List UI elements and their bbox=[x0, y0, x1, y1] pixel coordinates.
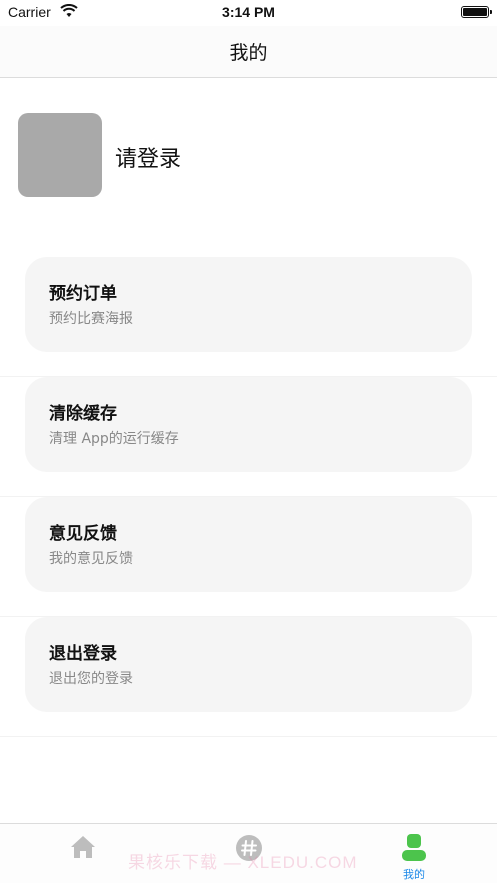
status-time: 3:14 PM bbox=[222, 4, 275, 20]
card-title: 清除缓存 bbox=[49, 404, 117, 424]
hashtag-icon bbox=[236, 835, 262, 861]
tab-topics[interactable] bbox=[166, 824, 332, 883]
card-title: 退出登录 bbox=[49, 644, 117, 664]
avatar[interactable] bbox=[18, 113, 102, 197]
reservation-orders-card[interactable]: 预约订单 预约比赛海报 bbox=[25, 257, 472, 352]
user-icon bbox=[402, 834, 426, 861]
feedback-card[interactable]: 意见反馈 我的意见反馈 bbox=[25, 497, 472, 592]
menu-list: 预约订单 预约比赛海报 清除缓存 清理 App的运行缓存 意见反馈 我的意见反馈… bbox=[0, 257, 497, 737]
card-subtitle: 清理 App的运行缓存 bbox=[49, 431, 179, 447]
page-title: 我的 bbox=[229, 42, 268, 64]
logout-card[interactable]: 退出登录 退出您的登录 bbox=[25, 617, 472, 712]
card-title: 预约订单 bbox=[49, 284, 117, 304]
menu-row-reservations: 预约订单 预约比赛海报 bbox=[0, 257, 497, 377]
card-subtitle: 预约比赛海报 bbox=[49, 311, 133, 327]
clear-cache-card[interactable]: 清除缓存 清理 App的运行缓存 bbox=[25, 377, 472, 472]
menu-row-feedback: 意见反馈 我的意见反馈 bbox=[0, 497, 497, 617]
profile-header[interactable]: 请登录 bbox=[18, 113, 478, 197]
status-bar: Carrier 3:14 PM bbox=[0, 0, 497, 26]
card-title: 意见反馈 bbox=[49, 524, 117, 544]
menu-row-clear-cache: 清除缓存 清理 App的运行缓存 bbox=[0, 377, 497, 497]
menu-row-logout: 退出登录 退出您的登录 bbox=[0, 617, 497, 737]
tab-home[interactable] bbox=[0, 824, 166, 883]
tab-bar: 我的 bbox=[0, 823, 497, 883]
login-prompt[interactable]: 请登录 bbox=[115, 141, 181, 173]
tab-label-mine: 我的 bbox=[403, 868, 425, 881]
card-subtitle: 我的意见反馈 bbox=[49, 551, 133, 567]
navigation-bar: 我的 bbox=[0, 26, 497, 78]
home-icon bbox=[71, 836, 95, 858]
card-subtitle: 退出您的登录 bbox=[49, 671, 133, 687]
battery-icon bbox=[461, 6, 492, 18]
tab-mine[interactable]: 我的 bbox=[331, 824, 497, 883]
